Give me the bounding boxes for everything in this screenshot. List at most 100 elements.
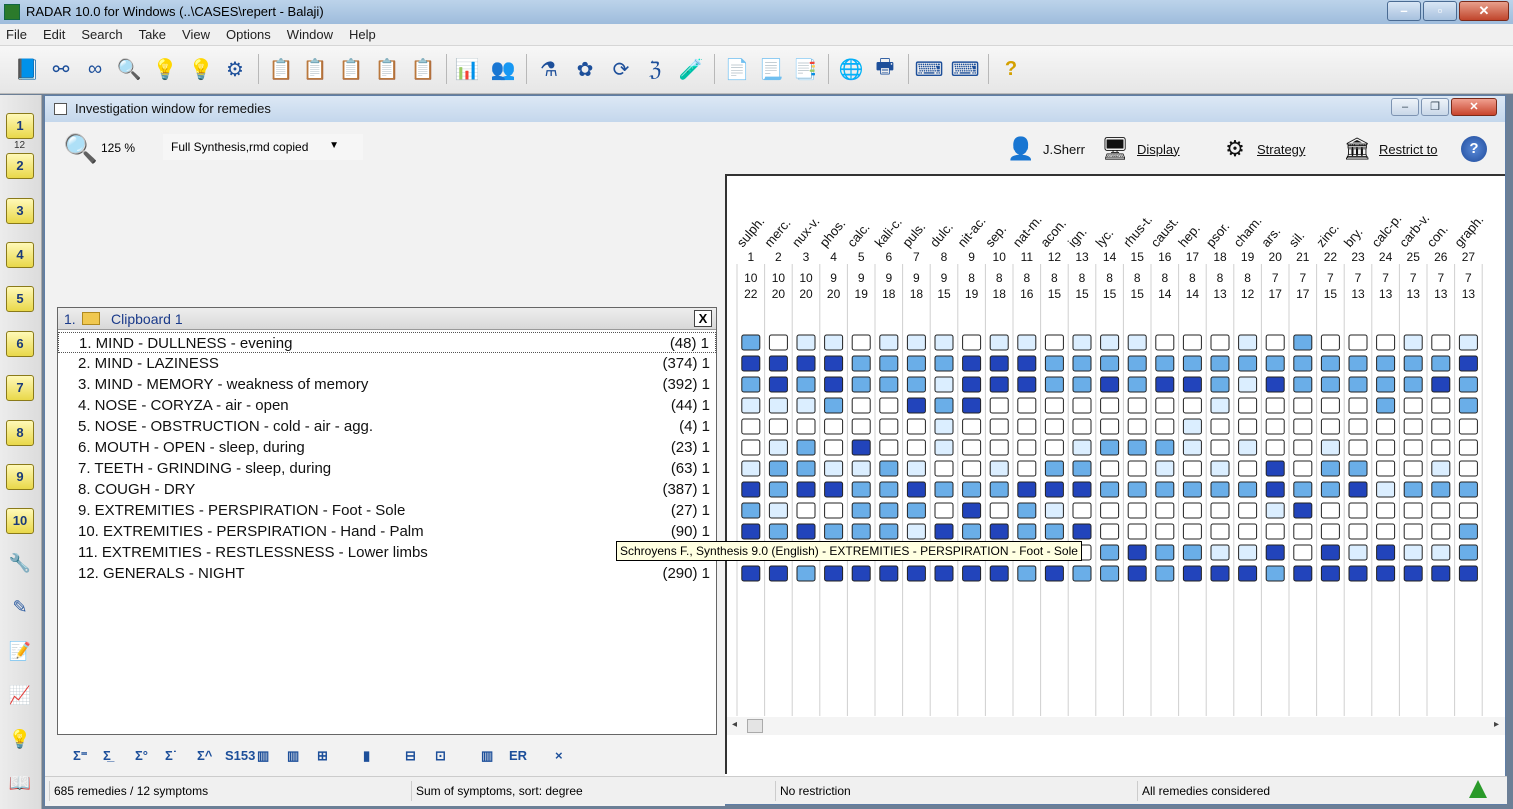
- symptom-tool-button[interactable]: ▥: [481, 748, 493, 764]
- scroll-thumb[interactable]: [747, 719, 763, 733]
- close-button[interactable]: ✕: [1459, 1, 1509, 21]
- clipboard-1-icon[interactable]: 📋: [300, 54, 330, 84]
- symptom-tool-button[interactable]: ×: [555, 748, 563, 763]
- clipboard-8-button[interactable]: 8: [6, 420, 34, 446]
- symptom-row[interactable]: 10. EXTREMITIES - PERSPIRATION - Hand - …: [58, 521, 716, 542]
- menu-options[interactable]: Options: [226, 27, 271, 42]
- menu-take[interactable]: Take: [139, 27, 166, 42]
- menu-help[interactable]: Help: [349, 27, 376, 42]
- zoom-magnifier-icon[interactable]: 🔍: [63, 132, 98, 165]
- menu-file[interactable]: File: [6, 27, 27, 42]
- symptom-tool-button[interactable]: ⊞: [317, 748, 328, 764]
- clipboard-6-button[interactable]: 6: [6, 331, 34, 357]
- remedy-rank: 4: [830, 250, 837, 264]
- printer-icon[interactable]: 🖶: [870, 54, 900, 84]
- network-icon[interactable]: ⚙: [220, 54, 250, 84]
- symptom-row[interactable]: 9. EXTREMITIES - PERSPIRATION - Foot - S…: [58, 500, 716, 521]
- repertory-select[interactable]: Full Synthesis,rmd copied ▼: [163, 134, 363, 160]
- symptom-tool-button[interactable]: S153: [225, 748, 255, 763]
- grade-cell: [1072, 334, 1092, 351]
- clipboard-9-button[interactable]: 9: [6, 464, 34, 490]
- tool-icon[interactable]: 🔧: [6, 553, 34, 579]
- people-icon[interactable]: 👥: [488, 54, 518, 84]
- restrict-button[interactable]: 🏛 Restrict to: [1341, 130, 1437, 168]
- clipboard-4-button[interactable]: 4: [6, 242, 34, 268]
- symptom-row[interactable]: 12. GENERALS - NIGHT (290) 1: [58, 563, 716, 584]
- child-restore-button[interactable]: ❐: [1421, 98, 1449, 116]
- strategy-button[interactable]: ⚙ Strategy: [1219, 130, 1305, 168]
- horizontal-scrollbar[interactable]: ◂ ▸: [727, 717, 1505, 735]
- circle-arrows-icon[interactable]: ⟳: [606, 54, 636, 84]
- folder-icon: [82, 312, 100, 325]
- bottle-icon[interactable]: 🧪: [676, 54, 706, 84]
- bar-chart-icon[interactable]: 📊: [452, 54, 482, 84]
- symptom-row[interactable]: 4. NOSE - CORYZA - air - open (44) 1: [58, 395, 716, 416]
- idea-icon[interactable]: 💡: [6, 729, 34, 755]
- book-icon[interactable]: 📖: [6, 773, 34, 799]
- scroll-right-icon[interactable]: ▸: [1494, 719, 1499, 730]
- menu-window[interactable]: Window: [287, 27, 333, 42]
- maximize-button[interactable]: ▫: [1423, 1, 1457, 21]
- symptom-row[interactable]: 7. TEETH - GRINDING - sleep, during (63) …: [58, 458, 716, 479]
- clipboard-3-button[interactable]: 3: [6, 198, 34, 224]
- clipboard-7-button[interactable]: 7: [6, 375, 34, 401]
- clipboard-1-button[interactable]: 1: [6, 113, 34, 139]
- help-question-icon[interactable]: ?: [996, 54, 1026, 84]
- symptom-row[interactable]: 2. MIND - LAZINESS (374) 1: [58, 353, 716, 374]
- child-close-button[interactable]: ✕: [1451, 98, 1497, 116]
- binoculars-icon[interactable]: ⚯: [46, 54, 76, 84]
- symptom-tool-button[interactable]: Σ^: [197, 748, 212, 763]
- keyboard-2-icon[interactable]: ⌨: [950, 54, 980, 84]
- symptom-tool-button[interactable]: ▥: [287, 748, 299, 764]
- menu-view[interactable]: View: [182, 27, 210, 42]
- symptom-tool-button[interactable]: ⊡: [435, 748, 446, 764]
- symptom-tool-button[interactable]: Σ°: [135, 748, 148, 763]
- keyboard-icon[interactable]: ⌨: [914, 54, 944, 84]
- symptom-tool-button[interactable]: ▥: [257, 748, 269, 764]
- number-23-icon[interactable]: ℨ: [640, 54, 670, 84]
- scroll-left-icon[interactable]: ◂: [732, 719, 737, 730]
- notes-icon[interactable]: 📝: [6, 641, 34, 667]
- symptom-tool-button[interactable]: Σ˙: [165, 748, 177, 763]
- clipboard-10-button[interactable]: 10: [6, 508, 34, 534]
- eraser-icon[interactable]: ✎: [6, 597, 34, 623]
- minimize-button[interactable]: –: [1387, 1, 1421, 21]
- symptom-tool-button[interactable]: ⊟: [405, 748, 416, 764]
- chart-pen-icon[interactable]: 📈: [6, 685, 34, 711]
- help-icon[interactable]: ?: [1461, 136, 1487, 162]
- globe-icon[interactable]: 🌐: [836, 54, 866, 84]
- lightbulb-plus-icon[interactable]: 💡: [186, 54, 216, 84]
- document-icon[interactable]: 📑: [790, 54, 820, 84]
- investigation-window-title: Investigation window for remedies: [75, 101, 271, 116]
- symptom-row[interactable]: 5. NOSE - OBSTRUCTION - cold - air - agg…: [58, 416, 716, 437]
- symptom-tool-button[interactable]: ER: [509, 748, 527, 763]
- display-button[interactable]: 🖥 Display: [1099, 130, 1180, 168]
- clipboard-2-icon[interactable]: 📋: [336, 54, 366, 84]
- clipboard-3-icon[interactable]: 📋: [372, 54, 402, 84]
- symptom-row[interactable]: 8. COUGH - DRY (387) 1: [58, 479, 716, 500]
- child-minimize-button[interactable]: –: [1391, 98, 1419, 116]
- magnifier-icon[interactable]: 🔍: [114, 54, 144, 84]
- symptom-row[interactable]: 3. MIND - MEMORY - weakness of memory (39…: [58, 374, 716, 395]
- symptom-row[interactable]: 1. MIND - DULLNESS - evening (48) 1: [58, 332, 716, 353]
- report-icon[interactable]: 📄: [722, 54, 752, 84]
- clipboard-icon[interactable]: 📋: [266, 54, 296, 84]
- glasses-icon[interactable]: ∞: [80, 54, 110, 84]
- clipboard-4-icon[interactable]: 📋: [408, 54, 438, 84]
- menu-edit[interactable]: Edit: [43, 27, 65, 42]
- author-button[interactable]: 👤 J.Sherr: [1005, 130, 1085, 168]
- menu-search[interactable]: Search: [81, 27, 122, 42]
- clipboard-2-button[interactable]: 2: [6, 153, 34, 179]
- grade-cell: [962, 439, 982, 456]
- symptom-tool-button[interactable]: ▮: [363, 748, 370, 764]
- flask-icon[interactable]: ⚗: [534, 54, 564, 84]
- symptom-tool-button[interactable]: Σ̲: [103, 748, 111, 763]
- flower-icon[interactable]: ✿: [570, 54, 600, 84]
- symptom-tool-button[interactable]: Σ⁼: [73, 748, 88, 764]
- open-book-icon[interactable]: 📘: [12, 54, 42, 84]
- clipboard-5-button[interactable]: 5: [6, 286, 34, 312]
- clipboard-close-button[interactable]: X: [694, 310, 712, 327]
- lightbulb-icon[interactable]: 💡: [150, 54, 180, 84]
- symptom-row[interactable]: 6. MOUTH - OPEN - sleep, during (23) 1: [58, 437, 716, 458]
- document-list-icon[interactable]: 📃: [756, 54, 786, 84]
